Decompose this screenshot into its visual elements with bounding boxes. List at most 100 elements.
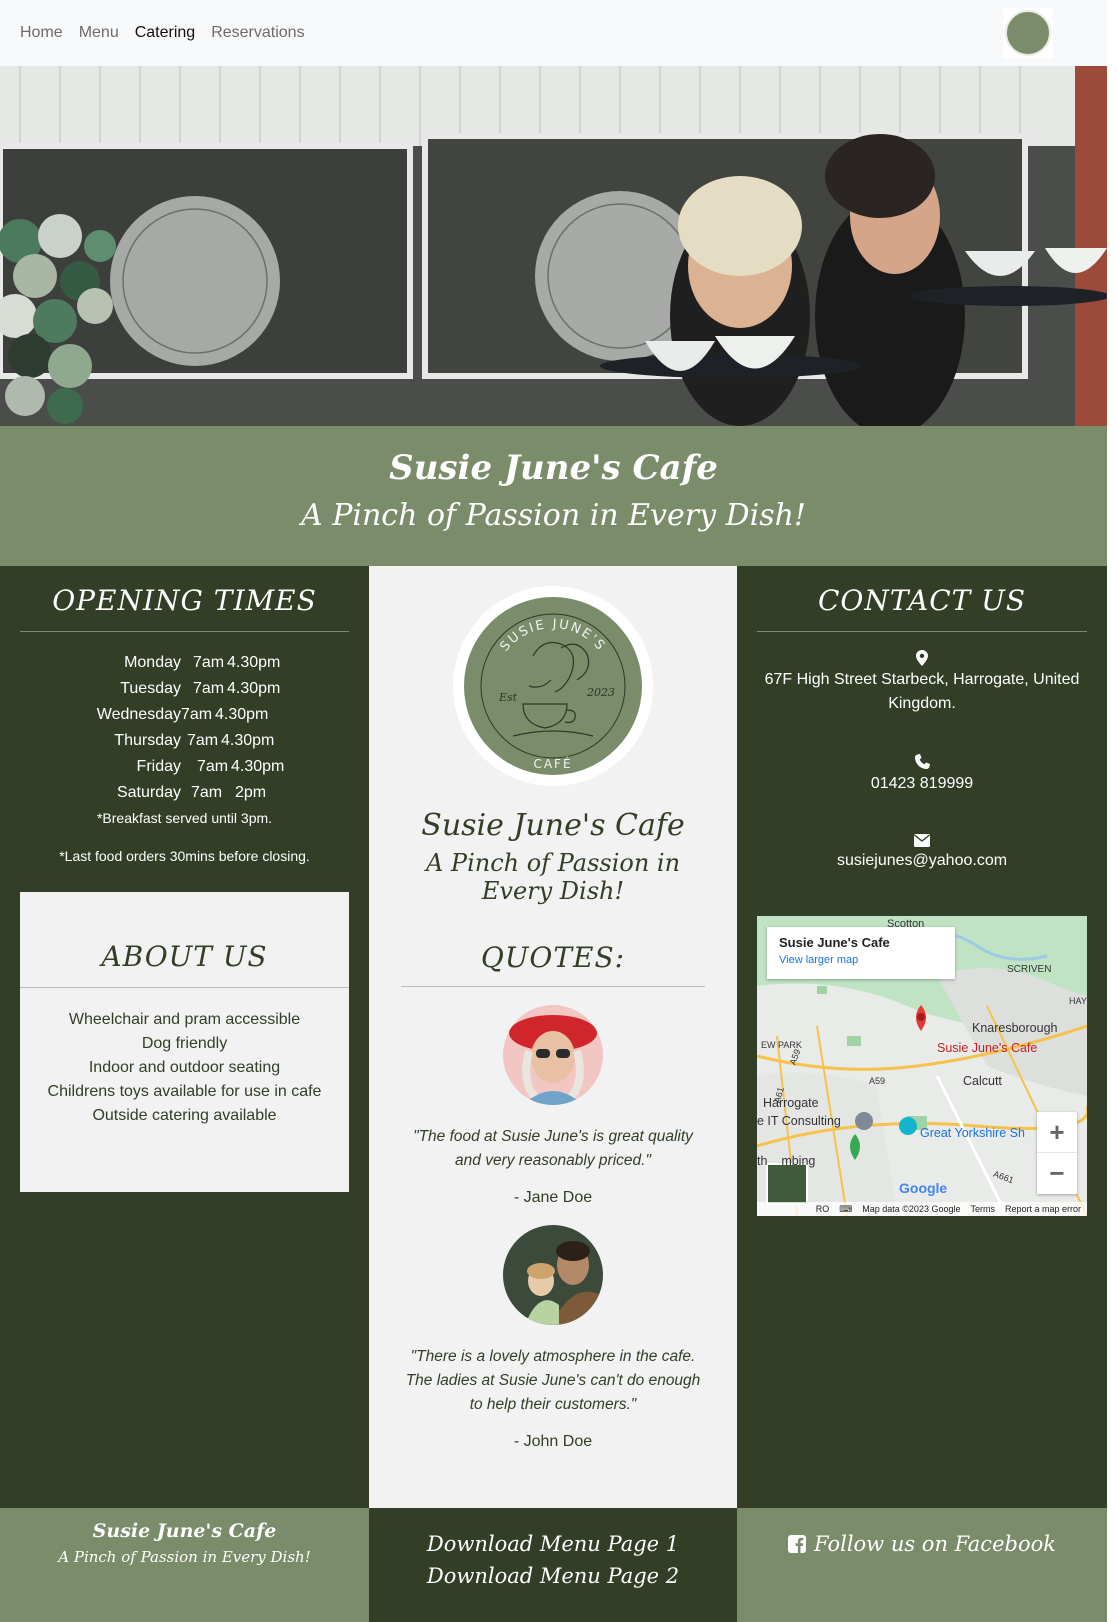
quotes-column: SUSIE JUNE'S CAFÉ Est 2023 Susie June's … xyxy=(369,566,737,1508)
hours-day: Monday xyxy=(124,654,181,671)
hero-image xyxy=(0,66,1107,426)
map-report-link[interactable]: Report a map error xyxy=(1005,1204,1081,1214)
map-label: Harrogate xyxy=(763,1096,819,1110)
map-zoom-controls: + − xyxy=(1037,1112,1077,1194)
facebook-link-label: Follow us on Facebook xyxy=(814,1532,1056,1556)
about-us-heading: ABOUT US xyxy=(101,940,268,973)
cafe-name: Susie June's Cafe xyxy=(421,808,685,843)
map-label: Scotton xyxy=(887,918,925,930)
map-label: Susie June's Cafe xyxy=(937,1041,1038,1055)
map-label: Great Yorkshire Sh xyxy=(920,1126,1025,1140)
last-orders-note: *Last food orders 30mins before closing. xyxy=(59,848,310,864)
map-label: Knaresborough xyxy=(972,1021,1058,1035)
contact-address: 67F High Street Starbeck, Harrogate, Uni… xyxy=(737,650,1107,716)
list-item: Outside catering available xyxy=(92,1107,277,1124)
zoom-in-button[interactable]: + xyxy=(1037,1112,1077,1153)
address-text: 67F High Street Starbeck, Harrogate, Uni… xyxy=(764,671,1080,712)
quote-text: "The food at Susie June's is great quali… xyxy=(413,1128,693,1169)
about-list: Wheelchair and pram accessible Dog frien… xyxy=(20,1008,349,1128)
nav-home[interactable]: Home xyxy=(20,24,63,42)
map-terms-link[interactable]: Terms xyxy=(970,1204,995,1214)
reviewer-photo-john xyxy=(503,1225,603,1325)
title-band: Susie June's Cafe A Pinch of Passion in … xyxy=(0,426,1107,566)
hero-photo xyxy=(0,66,1107,426)
download-menu-page-2-link[interactable]: Download Menu Page 2 xyxy=(369,1560,737,1592)
facebook-icon xyxy=(788,1535,807,1553)
map-place-name: Susie June's Cafe xyxy=(779,935,890,950)
hours-row: Thursday 7am 4.30pm xyxy=(0,728,369,754)
map-road-label: RO xyxy=(815,1204,830,1214)
hours-row: Friday 7am 4.30pm xyxy=(0,754,369,780)
map-label: SCRIVEN xyxy=(1007,964,1052,975)
logo-year: 2023 xyxy=(586,686,615,699)
view-larger-map-link[interactable]: View larger map xyxy=(779,954,943,966)
hours-close: 4.30pm xyxy=(221,732,275,749)
hours-row: Wednesday 7am 4.30pm xyxy=(0,702,369,728)
opening-times-column: OPENING TIMES Monday 7am 4.30pm Tuesday … xyxy=(0,566,369,1508)
contact-heading: CONTACT US xyxy=(817,584,1027,617)
map-label: A59 xyxy=(869,1076,886,1086)
logo-text-bottom: CAFÉ xyxy=(533,756,572,771)
map-label: e IT Consulting xyxy=(757,1114,841,1128)
hours-day: Friday xyxy=(136,758,181,775)
footer-tagline: A Pinch of Passion in Every Dish! xyxy=(58,1548,311,1566)
contact-phone: 01423 819999 xyxy=(737,754,1107,796)
logo-icon xyxy=(1005,10,1051,56)
divider xyxy=(20,631,349,632)
list-item: Indoor and outdoor seating xyxy=(88,1059,281,1076)
hours-row: Tuesday 7am 4.30pm xyxy=(0,676,369,702)
hours-close: 4.30pm xyxy=(227,654,281,671)
hours-open: 7am xyxy=(191,784,223,801)
hours-day: Saturday xyxy=(116,784,181,801)
download-menu-page-1-link[interactable]: Download Menu Page 1 xyxy=(369,1528,737,1560)
logo-est: Est xyxy=(498,691,518,704)
map-data-text: Map data ©2023 Google xyxy=(862,1204,961,1214)
hours-open: 7am xyxy=(187,732,219,749)
about-us-panel: ABOUT US Wheelchair and pram accessible … xyxy=(20,892,349,1192)
nav-logo[interactable] xyxy=(1003,8,1053,58)
quote-author: - John Doe xyxy=(513,1433,593,1450)
hours-row: Saturday 7am 2pm xyxy=(0,780,369,806)
footer-title: Susie June's Cafe xyxy=(92,1520,277,1542)
envelope-icon xyxy=(914,834,930,847)
phone-text[interactable]: 01423 819999 xyxy=(737,772,1107,796)
hours-open: 7am xyxy=(193,654,225,671)
cafe-tagline: A Pinch of Passion in Every Dish! xyxy=(425,849,681,905)
map-info-card: Susie June's Cafe View larger map xyxy=(767,927,955,979)
contact-column: CONTACT US 67F High Street Starbeck, Har… xyxy=(737,566,1107,1508)
zoom-out-button[interactable]: − xyxy=(1037,1153,1077,1194)
facebook-link[interactable]: Follow us on Facebook xyxy=(788,1532,1056,1556)
hours-day: Tuesday xyxy=(120,680,181,697)
avatar xyxy=(503,1005,603,1105)
hours-table: Monday 7am 4.30pm Tuesday 7am 4.30pm Wed… xyxy=(0,650,369,806)
opening-times-heading: OPENING TIMES xyxy=(52,584,317,617)
cafe-logo-icon: SUSIE JUNE'S CAFÉ Est 2023 xyxy=(464,597,642,775)
breakfast-note: *Breakfast served until 3pm. xyxy=(96,810,273,826)
avatar xyxy=(503,1225,603,1325)
footer-social: Follow us on Facebook xyxy=(737,1508,1107,1622)
map-label: th mbing xyxy=(757,1154,816,1168)
hours-day: Thursday xyxy=(114,732,181,749)
hours-open: 7am xyxy=(197,758,229,775)
nav-catering[interactable]: Catering xyxy=(135,24,195,42)
cafe-logo: SUSIE JUNE'S CAFÉ Est 2023 xyxy=(453,586,653,786)
google-logo: Google xyxy=(899,1180,948,1196)
list-item: Childrens toys available for use in cafe xyxy=(47,1083,322,1100)
nav-menu[interactable]: Menu xyxy=(79,24,119,42)
hours-close: 2pm xyxy=(235,784,267,801)
nav-reservations[interactable]: Reservations xyxy=(211,24,304,42)
reviewer-photo-jane xyxy=(503,1005,603,1105)
navbar: Home Menu Catering Reservations xyxy=(0,0,1107,66)
embedded-map[interactable]: Susie June's Cafe View larger map Scotto… xyxy=(757,916,1087,1216)
footer-brand: Susie June's Cafe A Pinch of Passion in … xyxy=(0,1508,369,1622)
quotes-heading: QUOTES: xyxy=(480,941,626,974)
keyboard-icon[interactable]: ⌨ xyxy=(839,1204,852,1215)
list-item: Dog friendly xyxy=(141,1035,228,1052)
contact-email: susiejunes@yahoo.com xyxy=(737,834,1107,873)
hours-open: 7am xyxy=(181,706,213,723)
map-attribution: RO ⌨ Map data ©2023 Google Terms Report … xyxy=(757,1202,1087,1216)
email-text[interactable]: susiejunes@yahoo.com xyxy=(737,849,1107,873)
hours-open: 7am xyxy=(193,680,225,697)
divider xyxy=(757,631,1087,632)
map-label: Calcutt xyxy=(963,1074,1002,1088)
